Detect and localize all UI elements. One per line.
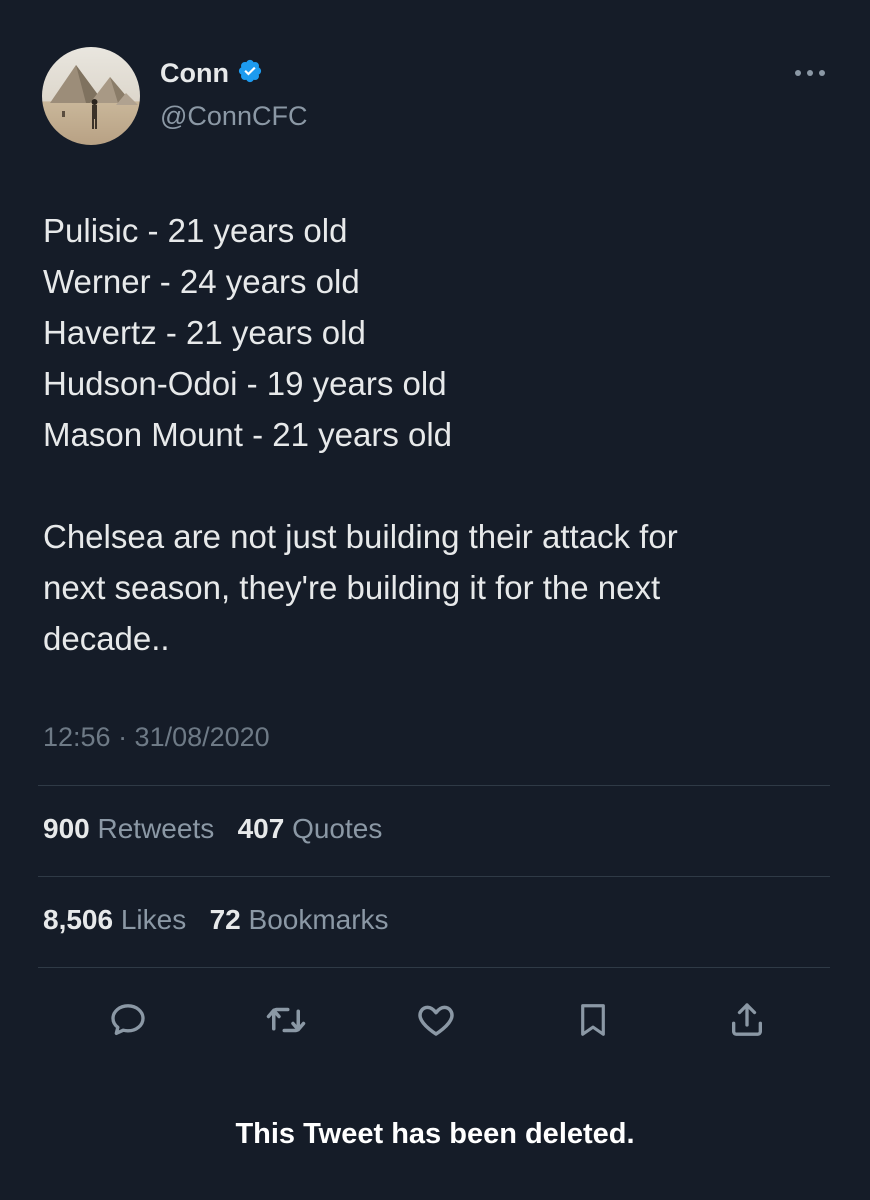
tweet-line: next season, they're building it for the…: [43, 569, 661, 606]
divider: [38, 785, 830, 786]
reply-button[interactable]: [98, 990, 158, 1050]
stats-row-reposts: 900 Retweets 407 Quotes: [43, 813, 382, 845]
stats-row-engagement: 8,506 Likes 72 Bookmarks: [43, 904, 389, 936]
tweet-page: Conn @ConnCFC Pulisic - 21 years old Wer…: [0, 0, 870, 1200]
reply-icon: [111, 1004, 145, 1035]
tweet-line: Havertz - 21 years old: [43, 314, 366, 351]
bookmarks-count: 72: [209, 904, 241, 935]
author-name-row: Conn: [160, 58, 263, 89]
retweet-button[interactable]: [256, 990, 316, 1050]
bookmark-icon: [581, 1004, 605, 1036]
bookmark-button[interactable]: [563, 990, 623, 1050]
retweets-label: Retweets: [97, 813, 215, 844]
likes-label: Likes: [120, 904, 187, 935]
divider: [38, 876, 830, 877]
quotes-label: Quotes: [292, 813, 383, 844]
tweet-text: Pulisic - 21 years old Werner - 24 years…: [43, 205, 843, 664]
tweet-line: Mason Mount - 21 years old: [43, 416, 453, 453]
tweet-line: Chelsea are not just building their atta…: [43, 518, 678, 555]
likes-count: 8,506: [43, 904, 114, 935]
divider: [38, 967, 830, 968]
avatar-image: [42, 47, 140, 145]
like-button[interactable]: [406, 990, 466, 1050]
tweet-line: Hudson-Odoi - 19 years old: [43, 365, 447, 402]
like-icon: [418, 1005, 454, 1036]
deleted-notice: This Tweet has been deleted.: [235, 1118, 635, 1150]
action-bar: [0, 990, 870, 1050]
share-button[interactable]: [717, 990, 777, 1050]
retweet-icon: [266, 1007, 306, 1033]
tweet-line: Pulisic - 21 years old: [43, 212, 348, 249]
quotes-count: 407: [237, 813, 285, 844]
display-name[interactable]: Conn: [160, 58, 229, 89]
retweets-stat[interactable]: 900 Retweets: [43, 813, 222, 844]
more-options-icon[interactable]: [793, 66, 827, 80]
avatar[interactable]: [42, 47, 140, 145]
retweets-count: 900: [43, 813, 90, 844]
tweet-line: decade..: [43, 620, 170, 657]
share-icon: [732, 1003, 762, 1036]
bookmarks-label: Bookmarks: [248, 904, 389, 935]
bookmarks-stat[interactable]: 72 Bookmarks: [210, 904, 389, 935]
likes-stat[interactable]: 8,506 Likes: [43, 904, 194, 935]
quotes-stat[interactable]: 407 Quotes: [238, 813, 383, 844]
verified-badge-icon: [237, 58, 263, 89]
tweet-line: Werner - 24 years old: [43, 263, 360, 300]
author-handle[interactable]: @ConnCFC: [160, 101, 307, 132]
tweet-timestamp[interactable]: 12:56 · 31/08/2020: [43, 722, 270, 753]
